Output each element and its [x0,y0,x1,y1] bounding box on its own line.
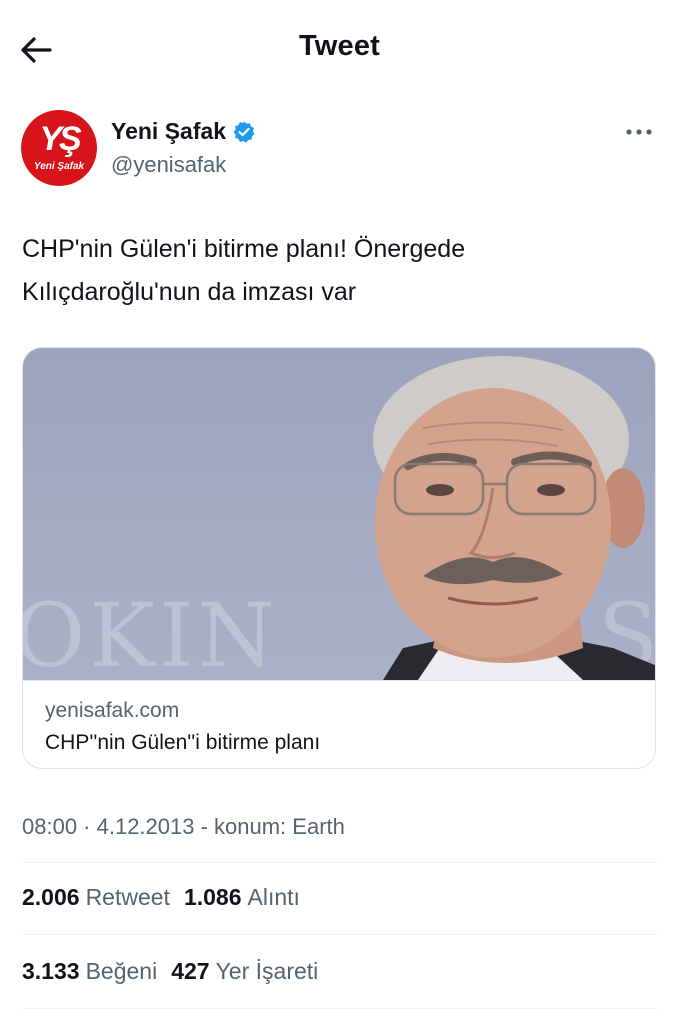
likes-count: 3.133 [22,957,80,984]
page-title: Tweet [298,30,381,62]
more-horizontal-icon [626,129,652,135]
tweet-author: YŞ Yeni Şafak Yeni Şafak @yenisafak [21,110,659,190]
card-domain: yenisafak.com [45,699,180,722]
link-preview-card[interactable]: OKIN S yenisafak.com CHP''nin Gülen''i b… [22,347,656,769]
more-options-button[interactable] [623,118,655,146]
quotes-stat[interactable]: 1.086 Alıntı [184,884,300,911]
tweet-text-line: Kılıçdaroğlu'nun da imzası var [22,278,357,306]
tweet-text: CHP'nin Gülen'i bitirme planı! Önergede … [22,228,649,314]
stats-row-likes: 3.133 Beğeni 427 Yer İşareti [22,951,657,991]
quotes-label: Alıntı [247,883,300,910]
bookmarks-count: 427 [171,957,210,984]
avatar-logo-subtext: Yeni Şafak [33,161,85,172]
svg-text:OKIN: OKIN [23,584,279,680]
verified-badge-icon [233,121,255,142]
likes-label: Beğeni [85,957,158,984]
likes-stat[interactable]: 3.133 Beğeni [22,958,157,985]
author-name[interactable]: Yeni Şafak [111,118,226,145]
stats-row-retweets: 2.006 Retweet 1.086 Alıntı [22,877,657,917]
retweets-label: Retweet [85,883,170,910]
card-meta[interactable]: yenisafak.com CHP''nin Gülen''i bitirme … [23,680,655,768]
author-name-row[interactable]: Yeni Şafak [111,118,256,145]
tweet-text-line: CHP'nin Gülen'i bitirme planı! Önergede [22,235,466,263]
card-title: CHP''nin Gülen''i bitirme planı [45,731,321,754]
avatar[interactable]: YŞ Yeni Şafak [21,110,97,186]
bookmarks-label: Yer İşareti [215,957,319,984]
tweet-timestamp[interactable]: 08:00 · 4.12.2013 - konum: Earth [22,814,345,840]
portrait-photo: OKIN S [23,356,655,680]
divider [22,1008,657,1009]
divider [22,934,657,935]
avatar-logo-text: YŞ [39,120,81,158]
top-bar: Tweet [0,0,679,96]
retweets-count: 2.006 [22,883,80,910]
card-image[interactable]: OKIN S [23,348,655,680]
divider [22,862,657,863]
bookmarks-stat[interactable]: 427 Yer İşareti [171,958,318,985]
author-handle[interactable]: @yenisafak [111,152,226,178]
quotes-count: 1.086 [183,883,242,910]
retweets-stat[interactable]: 2.006 Retweet [22,884,170,911]
